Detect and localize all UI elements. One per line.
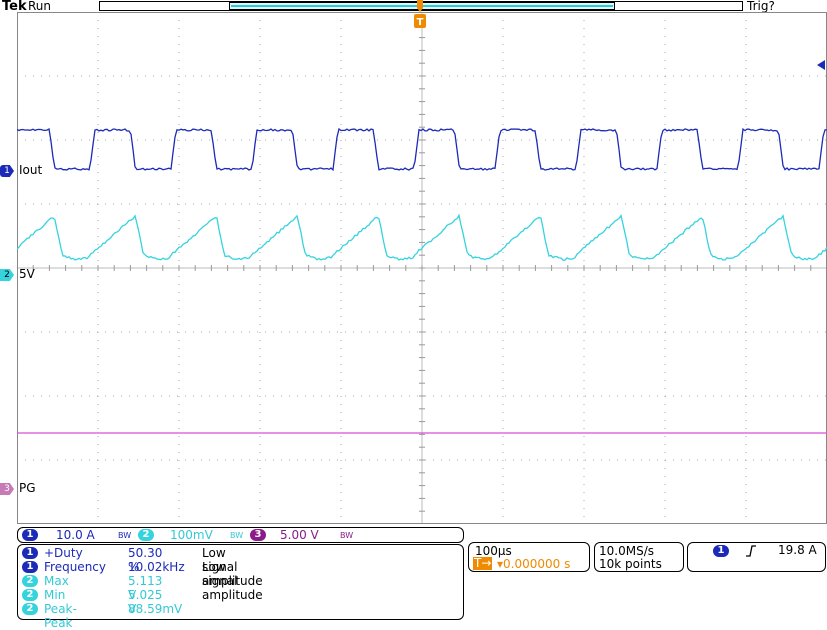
measurement-name: Min: [44, 588, 65, 602]
ch3-badge: 3: [250, 529, 266, 541]
trigger-source-badge: 1: [713, 545, 729, 557]
ch3-scale: 5.00 V: [280, 528, 319, 542]
measurement-note: Low signal amplitude: [202, 560, 263, 602]
grid-lines: [17, 12, 827, 524]
measurement-value: 10.02kHz: [128, 560, 185, 574]
measurement-channel-badge: 1: [22, 561, 38, 573]
record-points: 10k points: [599, 557, 662, 571]
ch2-scale: 100mV: [170, 528, 213, 542]
trigger-level: 19.8 A: [778, 543, 817, 557]
measurement-name: Frequency: [44, 560, 106, 574]
trigger-position-marker-icon[interactable]: T: [413, 0, 427, 30]
channel-scale-readout[interactable]: 1 10.0 A BW 2 100mV BW 3 5.00 V BW: [17, 527, 464, 543]
acquisition-readout[interactable]: 10.0MS/s 10k points: [594, 542, 684, 572]
channel-1-label: Iout: [19, 163, 42, 177]
measurement-name: +Duty: [44, 546, 83, 560]
rising-edge-icon: [745, 545, 757, 557]
measurement-name: Peak-Peak: [44, 602, 77, 630]
ch3-bw-limit-icon: BW: [340, 531, 353, 540]
measurement-channel-badge: 2: [22, 575, 38, 587]
measurement-name: Max: [44, 574, 69, 588]
waveform-graticule[interactable]: [17, 12, 827, 524]
ch1-badge: 1: [22, 529, 38, 541]
measurement-channel-badge: 2: [22, 603, 38, 615]
channel-3-label: PG: [19, 481, 36, 495]
measurement-value: 88.59mV: [128, 602, 182, 616]
timebase-readout[interactable]: 100µs T→ ▾0.000000 s: [468, 542, 590, 572]
trigger-position-icon: T→: [473, 557, 492, 570]
measurement-channel-badge: 2: [22, 589, 38, 601]
channel-1-marker[interactable]: 1: [0, 165, 14, 177]
ch2-badge: 2: [138, 529, 154, 541]
ch1-bw-limit-icon: BW: [118, 531, 131, 540]
channel-3-marker[interactable]: 3: [0, 483, 14, 495]
measurements-panel[interactable]: 1 +Duty 50.30 % Low signal amplitude 1 F…: [17, 544, 464, 620]
channel-2-label: 5V: [19, 267, 35, 281]
trigger-position-value: ▾0.000000 s: [497, 557, 570, 571]
sample-rate: 10.0MS/s: [599, 544, 654, 558]
svg-text:T: T: [417, 17, 424, 28]
ch1-scale: 10.0 A: [56, 528, 95, 542]
channel-2-marker[interactable]: 2: [0, 269, 14, 281]
ch2-bw-limit-icon: BW: [230, 531, 243, 540]
measurement-channel-badge: 1: [22, 547, 38, 559]
trigger-level-arrow-icon[interactable]: [815, 60, 825, 70]
trigger-readout[interactable]: 1 19.8 A: [687, 542, 826, 572]
